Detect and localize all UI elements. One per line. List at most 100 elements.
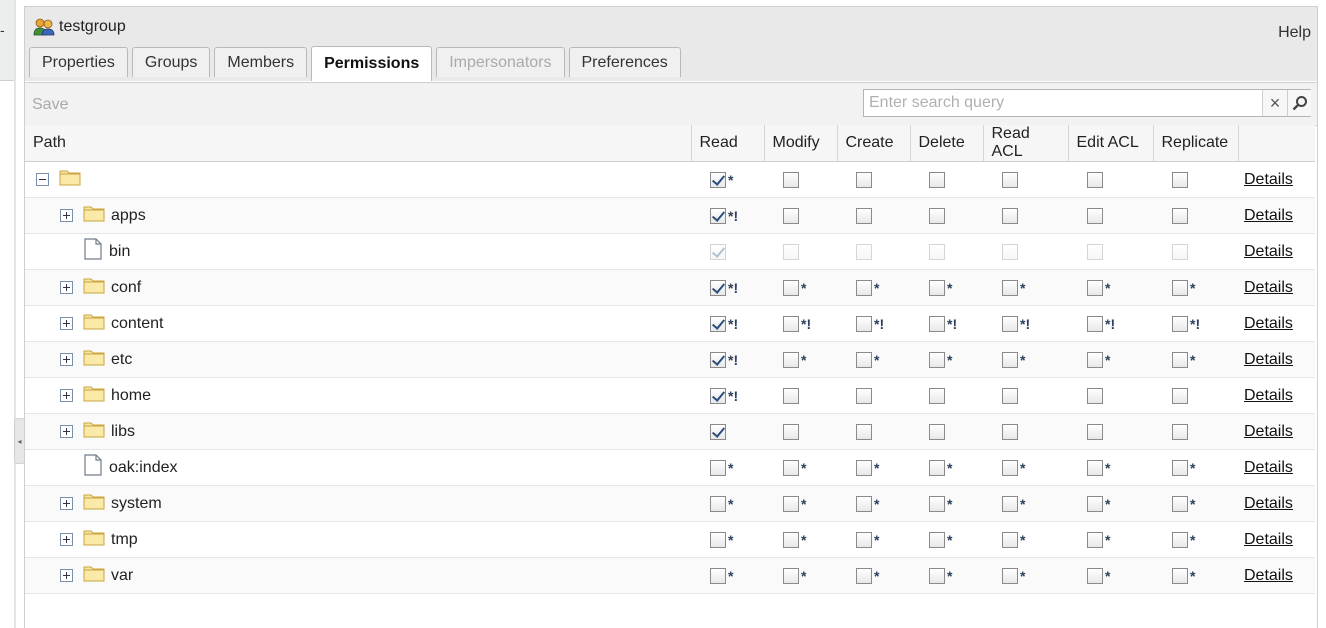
checkbox-delete[interactable] [929,279,945,296]
details-link[interactable]: Details [1238,387,1293,404]
details-link[interactable]: Details [1238,279,1293,296]
checkbox-read-acl[interactable] [1002,171,1018,188]
checkbox-read-acl[interactable] [1002,567,1018,584]
checkbox-create[interactable] [856,495,872,512]
checkbox-read-acl[interactable] [1002,387,1018,404]
tab-properties[interactable]: Properties [29,47,128,77]
checkbox-create[interactable] [856,207,872,224]
checkbox-modify[interactable] [783,351,799,368]
checkbox-create[interactable] [856,351,872,368]
path-label[interactable]: oak:index [109,459,178,477]
help-link[interactable]: Help [1278,24,1311,42]
tab-groups[interactable]: Groups [131,47,211,77]
checkbox-edit-acl[interactable] [1087,279,1103,296]
checkbox-read[interactable] [710,279,726,296]
collapse-icon[interactable] [36,173,49,186]
path-label[interactable]: libs [111,423,135,441]
checkbox-edit-acl[interactable] [1087,207,1103,224]
checkbox-edit-acl[interactable] [1087,567,1103,584]
path-label[interactable]: bin [109,243,130,261]
checkbox-create[interactable] [856,171,872,188]
checkbox-read[interactable] [710,387,726,404]
details-link[interactable]: Details [1238,531,1293,548]
checkbox-replicate[interactable] [1172,567,1188,584]
path-label[interactable]: content [111,315,163,333]
path-label[interactable]: conf [111,279,141,297]
details-link[interactable]: Details [1238,351,1293,368]
checkbox-edit-acl[interactable] [1087,315,1103,332]
checkbox-create[interactable] [856,567,872,584]
checkbox-replicate[interactable] [1172,387,1188,404]
search-input[interactable] [864,90,1270,116]
checkbox-modify[interactable] [783,279,799,296]
checkbox-read[interactable] [710,171,726,188]
expand-icon[interactable] [60,317,73,330]
checkbox-replicate[interactable] [1172,315,1188,332]
checkbox-read-acl[interactable] [1002,279,1018,296]
checkbox-edit-acl[interactable] [1087,423,1103,440]
checkbox-delete[interactable] [929,315,945,332]
checkbox-delete[interactable] [929,171,945,188]
checkbox-create[interactable] [856,279,872,296]
save-button[interactable]: Save [32,96,68,114]
checkbox-replicate[interactable] [1172,207,1188,224]
expand-icon[interactable] [60,533,73,546]
path-label[interactable]: var [111,567,133,585]
checkbox-create[interactable] [856,531,872,548]
checkbox-modify[interactable] [783,495,799,512]
checkbox-read-acl[interactable] [1002,207,1018,224]
checkbox-replicate[interactable] [1172,351,1188,368]
column-header-modify[interactable]: Modify [764,125,838,162]
checkbox-edit-acl[interactable] [1087,387,1103,404]
checkbox-delete[interactable] [929,351,945,368]
checkbox-read-acl[interactable] [1002,423,1018,440]
expand-icon[interactable] [60,497,73,510]
column-header-delete[interactable]: Delete [910,125,984,162]
details-link[interactable]: Details [1238,207,1293,224]
checkbox-read[interactable] [710,495,726,512]
checkbox-replicate[interactable] [1172,495,1188,512]
checkbox-read[interactable] [710,351,726,368]
checkbox-edit-acl[interactable] [1087,531,1103,548]
details-link[interactable]: Details [1238,171,1293,188]
checkbox-delete[interactable] [929,567,945,584]
expand-icon[interactable] [60,569,73,582]
path-label[interactable]: etc [111,351,132,369]
details-link[interactable]: Details [1238,567,1293,584]
checkbox-modify[interactable] [783,459,799,476]
checkbox-read-acl[interactable] [1002,531,1018,548]
checkbox-delete[interactable] [929,495,945,512]
checkbox-replicate[interactable] [1172,531,1188,548]
details-link[interactable]: Details [1238,423,1293,440]
checkbox-edit-acl[interactable] [1087,495,1103,512]
column-header-create[interactable]: Create [837,125,911,162]
expand-icon[interactable] [60,425,73,438]
expand-icon[interactable] [60,209,73,222]
checkbox-replicate[interactable] [1172,459,1188,476]
checkbox-replicate[interactable] [1172,423,1188,440]
checkbox-replicate[interactable] [1172,171,1188,188]
checkbox-read[interactable] [710,207,726,224]
details-link[interactable]: Details [1238,243,1293,260]
checkbox-delete[interactable] [929,531,945,548]
checkbox-delete[interactable] [929,387,945,404]
details-link[interactable]: Details [1238,495,1293,512]
checkbox-read[interactable] [710,459,726,476]
checkbox-edit-acl[interactable] [1087,351,1103,368]
checkbox-create[interactable] [856,459,872,476]
checkbox-replicate[interactable] [1172,279,1188,296]
column-header-read[interactable]: Read [691,125,765,162]
checkbox-read-acl[interactable] [1002,351,1018,368]
checkbox-modify[interactable] [783,423,799,440]
checkbox-modify[interactable] [783,531,799,548]
clear-icon[interactable]: × [1262,90,1287,116]
checkbox-edit-acl[interactable] [1087,171,1103,188]
details-link[interactable]: Details [1238,315,1293,332]
checkbox-modify[interactable] [783,315,799,332]
tab-permissions[interactable]: Permissions [311,46,433,81]
tab-preferences[interactable]: Preferences [568,47,681,77]
checkbox-read-acl[interactable] [1002,315,1018,332]
checkbox-read[interactable] [710,315,726,332]
path-label[interactable]: tmp [111,531,138,549]
checkbox-edit-acl[interactable] [1087,459,1103,476]
